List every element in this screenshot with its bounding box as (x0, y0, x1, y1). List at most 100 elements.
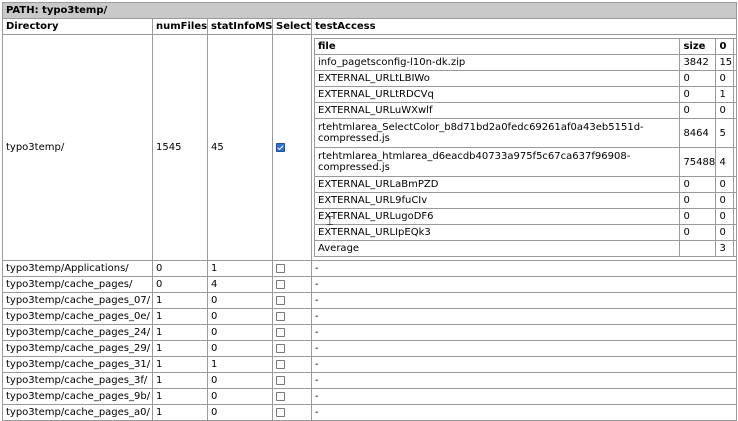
directory-cell: typo3temp/ (2, 34, 153, 261)
testaccess-cell: - (311, 372, 737, 389)
directory-cell: typo3temp/cache_pages_24/ (2, 324, 153, 341)
select-cell (272, 308, 312, 325)
inner-value-cell: 0 (733, 224, 736, 241)
inner-value-cell: 3 (715, 240, 735, 257)
testaccess-cell: - (311, 276, 737, 293)
numfiles-cell: 1 (152, 324, 208, 341)
file-name-cell: EXTERNAL_URLaBmPZD (313, 176, 681, 193)
inner-row: EXTERNAL_URLtRDCVq0110 (313, 86, 736, 103)
inner-value-cell: 0 (733, 192, 736, 209)
inner-header-cell: size (679, 38, 717, 55)
select-cell (272, 276, 312, 293)
statinfoms-cell: 45 (207, 34, 273, 261)
select-checkbox[interactable] (276, 295, 285, 305)
test-access-table: filesize012info_pagetsconfig-l10n-dk.zip… (313, 38, 736, 257)
select-checkbox[interactable] (276, 359, 285, 369)
inner-row: Average300 (313, 240, 736, 257)
testaccess-cell: - (311, 388, 737, 405)
file-name-cell: EXTERNAL_URLuWXwlf (313, 102, 681, 119)
table-row: typo3temp/cache_pages_0e/1 0 - (2, 308, 737, 325)
file-name-cell: EXTERNAL_URLtRDCVq (313, 86, 681, 103)
numfiles-cell: 1 (152, 292, 208, 309)
directory-cell: typo3temp/cache_pages_0e/ (2, 308, 153, 325)
testaccess-cell: - (311, 308, 737, 325)
inner-value-cell: 0 (679, 102, 717, 119)
select-checkbox[interactable] (276, 311, 285, 321)
inner-header-row: filesize012 (313, 38, 736, 55)
inner-value-cell: 8464 (679, 118, 717, 148)
table-row-main: typo3temp/ 1545 45 filesize012info_paget… (2, 34, 737, 261)
select-checkbox[interactable] (276, 343, 285, 353)
testaccess-cell: - (311, 356, 737, 373)
inner-value-cell: 0 (733, 70, 736, 87)
table-row: typo3temp/Applications/0 1 - (2, 260, 737, 277)
header-row: Directory numFiles statInfoMS Select tes… (2, 18, 737, 35)
directory-table: PATH: typo3temp/ Directory numFiles stat… (2, 2, 737, 421)
inner-value-cell: 1 (715, 86, 735, 103)
statinfoms-cell: 1 (207, 356, 273, 373)
inner-value-cell: 5 (715, 118, 735, 148)
testaccess-cell: - (311, 340, 737, 357)
table-row: typo3temp/cache_pages_29/1 0 - (2, 340, 737, 357)
file-name-cell: EXTERNAL_URLugoDF6 (313, 208, 681, 225)
testaccess-cell: - (311, 260, 737, 277)
numfiles-cell: 1 (152, 308, 208, 325)
inner-header-cell: 1 (733, 38, 736, 55)
select-checkbox[interactable] (276, 279, 285, 289)
select-cell (272, 372, 312, 389)
numfiles-cell: 0 (152, 260, 208, 277)
select-checkbox[interactable] (276, 263, 285, 273)
select-checkbox[interactable] (276, 407, 285, 417)
inner-value-cell: 75488 (679, 147, 717, 177)
inner-value-cell: 0 (733, 102, 736, 119)
statinfoms-cell: 0 (207, 324, 273, 341)
statinfoms-cell: 0 (207, 372, 273, 389)
inner-value-cell: 0 (715, 192, 735, 209)
select-checkbox[interactable] (276, 375, 285, 385)
numfiles-cell: 1545 (152, 34, 208, 261)
header-directory: Directory (2, 18, 153, 35)
header-numfiles: numFiles (152, 18, 208, 35)
table-row: typo3temp/cache_pages_9b/1 0 - (2, 388, 737, 405)
inner-value-cell: 0 (679, 224, 717, 241)
statinfoms-cell: 0 (207, 292, 273, 309)
statinfoms-cell: 0 (207, 340, 273, 357)
select-checkbox[interactable] (276, 391, 285, 401)
select-cell (272, 260, 312, 277)
header-testaccess: testAccess (311, 18, 737, 35)
inner-value-cell: 0 (679, 176, 717, 193)
numfiles-cell: 1 (152, 388, 208, 405)
file-name-cell: EXTERNAL_URLIpEQk3 (313, 224, 681, 241)
inner-value-cell: 1 (733, 176, 736, 193)
statinfoms-cell: 0 (207, 388, 273, 405)
inner-value-cell: 0 (733, 118, 736, 148)
select-cell (272, 356, 312, 373)
directory-cell: typo3temp/cache_pages_9b/ (2, 388, 153, 405)
inner-row: EXTERNAL_URLIpEQk30000 (313, 224, 736, 241)
directory-cell: typo3temp/cache_pages_29/ (2, 340, 153, 357)
inner-value-cell: 0 (715, 176, 735, 193)
testaccess-cell: - (311, 292, 737, 309)
inner-row: EXTERNAL_URLugoDF60001 (313, 208, 736, 225)
inner-value-cell: 0 (679, 192, 717, 209)
select-checkbox[interactable] (276, 142, 285, 152)
inner-value-cell: 0 (715, 208, 735, 225)
file-name-cell: rtehtmlarea_SelectColor_b8d71bd2a0fedc69… (313, 118, 681, 148)
inner-value-cell: 15 (715, 54, 735, 71)
path-row: PATH: typo3temp/ (2, 2, 737, 19)
inner-header-cell: 0 (715, 38, 735, 55)
directory-cell: typo3temp/Applications/ (2, 260, 153, 277)
header-select: Select (272, 18, 312, 35)
inner-row: rtehtmlarea_htmlarea_d6eacdb40733a975f5c… (313, 147, 736, 177)
numfiles-cell: 1 (152, 356, 208, 373)
inner-value-cell: 0 (679, 70, 717, 87)
file-name-cell: rtehtmlarea_htmlarea_d6eacdb40733a975f5c… (313, 147, 681, 177)
table-row: typo3temp/cache_pages_3f/1 0 - (2, 372, 737, 389)
file-name-cell: EXTERNAL_URLtLBIWo (313, 70, 681, 87)
inner-value-cell: 1 (733, 86, 736, 103)
select-checkbox[interactable] (276, 327, 285, 337)
table-row: typo3temp/cache_pages_07/1 0 - (2, 292, 737, 309)
statinfoms-cell: 0 (207, 308, 273, 325)
inner-value-cell (679, 240, 717, 257)
file-name-cell: info_pagetsconfig-l10n-dk.zip (313, 54, 681, 71)
